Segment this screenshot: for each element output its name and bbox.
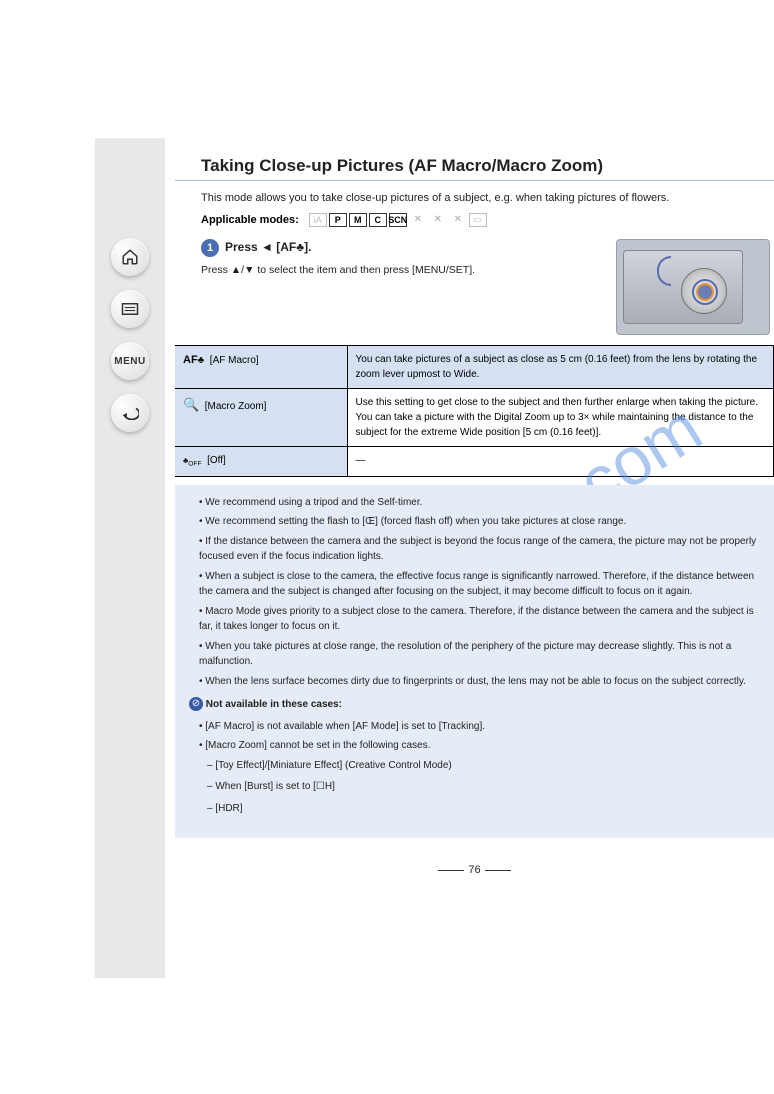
menu-button[interactable]: MENU	[111, 342, 149, 380]
mode-icon: iA	[309, 213, 327, 227]
mode-icon: ▭	[469, 213, 487, 227]
cell-label: [AF Macro]	[210, 355, 259, 366]
mode-icon: ✕	[409, 214, 427, 225]
step-body-1: Press ▲/▼ to select the item and then pr…	[201, 263, 596, 279]
mode-icon: P	[329, 213, 347, 227]
table-row: ♣OFF [Off]	[175, 446, 347, 476]
note-item: When you take pictures at close range, t…	[199, 639, 760, 670]
note-item: We recommend using a tripod and the Self…	[199, 495, 760, 511]
step-title: Press ◄ [AF♣].	[225, 240, 311, 254]
table-row: 🔍 [Macro Zoom]	[175, 388, 347, 446]
page-content: manualshive.com Taking Close-up Pictures…	[165, 138, 774, 978]
unavail-heading: Not available in these cases:	[206, 699, 342, 710]
page-number: 76	[175, 838, 774, 880]
intro-text: This mode allows you to take close-up pi…	[201, 191, 774, 207]
note-box: We recommend using a tripod and the Self…	[175, 485, 774, 839]
note-item: When the lens surface becomes dirty due …	[199, 674, 760, 690]
note-subitem: – [Toy Effect]/[Miniature Effect] (Creat…	[207, 758, 760, 774]
step-number-badge: 1	[201, 239, 219, 257]
note-item: [Macro Zoom] cannot be set in the follow…	[199, 738, 760, 754]
step-heading: 1 Press ◄ [AF♣].	[201, 239, 596, 257]
cell-desc: You can take pictures of a subject as cl…	[347, 345, 774, 388]
unavailable-icon: ⊘	[189, 697, 203, 711]
mode-icon: ✕	[429, 214, 447, 225]
mode-icon: SCN	[389, 213, 407, 227]
list-icon[interactable]	[111, 290, 149, 328]
note-item: When a subject is close to the camera, t…	[199, 569, 760, 600]
applicable-modes: Applicable modes: iA P M C SCN ✕ ✕ ✕ ▭	[201, 213, 774, 227]
mode-table: AF♣ [AF Macro] You can take pictures of …	[175, 345, 774, 477]
home-icon[interactable]	[111, 238, 149, 276]
page-title: Taking Close-up Pictures (AF Macro/Macro…	[201, 156, 774, 176]
mode-icon: M	[349, 213, 367, 227]
divider	[175, 180, 774, 181]
note-subitem: – When [Burst] is set to [☐H]	[207, 779, 760, 795]
note-item: We recommend setting the flash to [Œ] (f…	[199, 514, 760, 530]
applicable-label: Applicable modes:	[201, 214, 299, 226]
mode-icon: ✕	[449, 214, 467, 225]
note-item: If the distance between the camera and t…	[199, 534, 760, 565]
camera-illustration	[616, 239, 770, 335]
cell-label: [Macro Zoom]	[205, 401, 267, 412]
note-item: [AF Macro] is not available when [AF Mod…	[199, 719, 760, 735]
cell-label: [Off]	[207, 455, 226, 466]
note-subitem: – [HDR]	[207, 801, 760, 817]
note-item: Macro Mode gives priority to a subject c…	[199, 604, 760, 635]
back-icon[interactable]	[111, 394, 149, 432]
cell-desc: Use this setting to get close to the sub…	[347, 388, 774, 446]
sidebar-nav: MENU	[95, 138, 165, 978]
mode-icon: C	[369, 213, 387, 227]
table-row: AF♣ [AF Macro]	[175, 345, 347, 388]
cell-desc: —	[347, 446, 774, 476]
